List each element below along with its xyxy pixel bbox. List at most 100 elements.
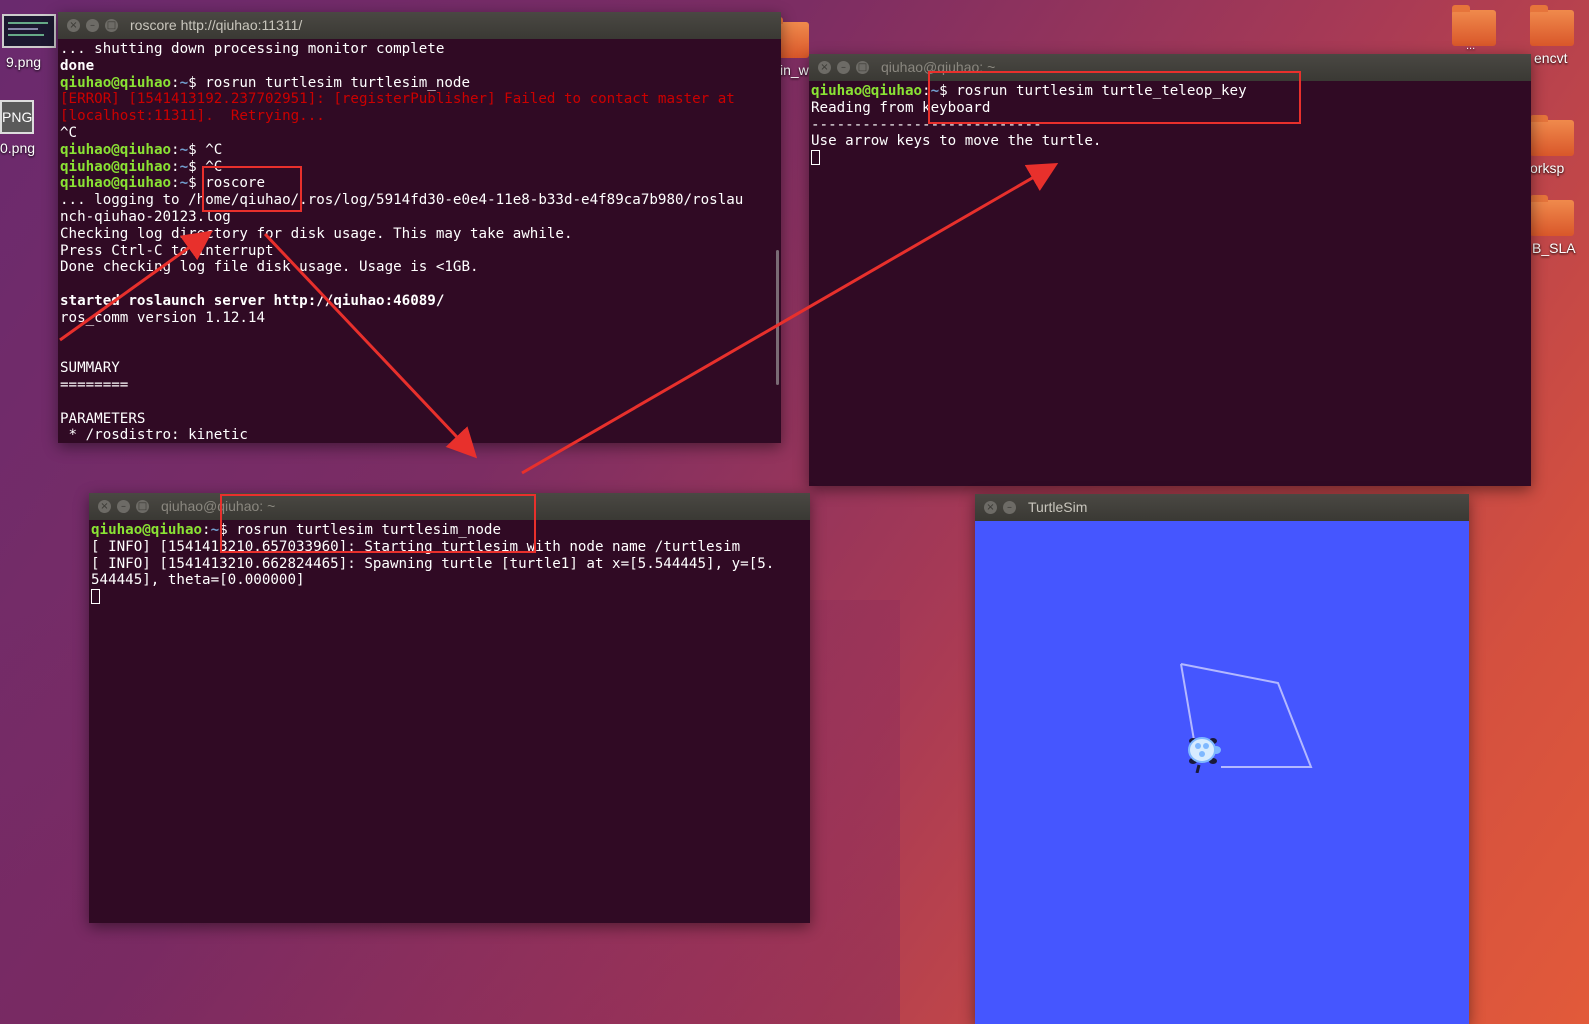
terminal-line: qiuhao@qiuhao:~$ ^C bbox=[60, 142, 781, 159]
window-title: TurtleSim bbox=[1028, 499, 1088, 515]
maximize-icon[interactable]: □ bbox=[856, 61, 869, 74]
close-icon[interactable]: × bbox=[818, 61, 831, 74]
desktop-icon-label[interactable]: encvt bbox=[1534, 50, 1567, 66]
folder-icon[interactable] bbox=[1530, 195, 1574, 236]
terminal-text: $ rosrun turtlesim turtlesim_node bbox=[188, 74, 471, 91]
terminal-line: SUMMARY bbox=[60, 360, 781, 377]
turtlesim-node-terminal-window[interactable]: × – □ qiuhao@qiuhao: ~ qiuhao@qiuhao:~$ … bbox=[89, 493, 810, 923]
terminal-text: : bbox=[171, 74, 180, 91]
window-title: roscore http://qiuhao:11311/ bbox=[130, 17, 303, 33]
terminal-text: ~ bbox=[179, 141, 189, 158]
minimize-icon[interactable]: – bbox=[117, 500, 130, 513]
terminal-line: done bbox=[60, 58, 781, 75]
close-icon[interactable]: × bbox=[67, 19, 80, 32]
terminal-output[interactable]: qiuhao@qiuhao:~$ rosrun turtlesim turtle… bbox=[809, 81, 1531, 486]
window-titlebar[interactable]: × – □ roscore http://qiuhao:11311/ bbox=[58, 12, 781, 39]
roscore-terminal-window[interactable]: × – □ roscore http://qiuhao:11311/ ... s… bbox=[58, 12, 781, 443]
scrollbar[interactable] bbox=[776, 250, 779, 385]
terminal-text: ~ bbox=[179, 158, 189, 175]
terminal-text: qiuhao@qiuhao bbox=[60, 141, 172, 158]
turtlesim-canvas bbox=[975, 521, 1469, 1024]
turtle-icon bbox=[1188, 737, 1221, 773]
terminal-text: [ERROR] [1541413192.237702951]: [registe… bbox=[60, 91, 735, 108]
terminal-text: : bbox=[171, 175, 180, 192]
terminal-line: [ERROR] [1541413192.237702951]: [registe… bbox=[60, 91, 781, 108]
text-cursor[interactable] bbox=[811, 150, 820, 166]
terminal-text: ^C bbox=[60, 124, 78, 141]
terminal-text: 544445], theta=[0.000000] bbox=[91, 572, 305, 589]
desktop-icon-label[interactable]: 0.png bbox=[0, 140, 35, 156]
terminal-line: [ INFO] [1541413210.662824465]: Spawning… bbox=[91, 556, 810, 573]
terminal-output[interactable]: qiuhao@qiuhao:~$ rosrun turtlesim turtle… bbox=[89, 520, 810, 923]
terminal-line bbox=[811, 150, 1531, 167]
text-cursor[interactable] bbox=[91, 589, 100, 605]
terminal-line: qiuhao@qiuhao:~$ rosrun turtlesim turtle… bbox=[60, 75, 781, 92]
desktop-icon-label[interactable]: in_w bbox=[780, 62, 809, 78]
terminal-text: : bbox=[171, 141, 180, 158]
terminal-text: SUMMARY bbox=[60, 360, 120, 377]
terminal-line bbox=[91, 589, 810, 606]
terminal-text: [ INFO] [1541413210.662824465]: Spawning… bbox=[91, 555, 775, 572]
terminal-text: Done checking log file disk usage. Usage… bbox=[60, 259, 479, 276]
terminal-text: : bbox=[202, 522, 211, 538]
terminal-text: [localhost:11311]. Retrying... bbox=[60, 108, 325, 125]
terminal-line: qiuhao@qiuhao:~$ roscore bbox=[60, 175, 781, 192]
terminal-text: qiuhao@qiuhao bbox=[60, 158, 172, 175]
desktop-icon-label[interactable]: B_SLA bbox=[1532, 240, 1576, 256]
maximize-icon[interactable]: □ bbox=[136, 500, 149, 513]
terminal-text: * /rosdistro: kinetic bbox=[60, 427, 248, 443]
terminal-line: nch-qiuhao-20123.log bbox=[60, 209, 781, 226]
image-thumbnail-icon bbox=[2, 14, 56, 48]
maximize-icon[interactable]: □ bbox=[105, 19, 118, 32]
annotation-box-node bbox=[220, 494, 536, 553]
desktop-icon-png[interactable]: PNG bbox=[0, 100, 36, 136]
terminal-text: qiuhao@qiuhao bbox=[811, 83, 923, 99]
terminal-text: qiuhao@qiuhao bbox=[91, 522, 203, 538]
png-file-icon: PNG bbox=[0, 100, 34, 134]
terminal-text: ~ bbox=[210, 522, 220, 538]
minimize-icon[interactable]: – bbox=[86, 19, 99, 32]
terminal-output[interactable]: ... shutting down processing monitor com… bbox=[58, 39, 781, 443]
terminal-text: Press Ctrl-C to interrupt bbox=[60, 242, 274, 259]
minimize-icon[interactable]: – bbox=[837, 61, 850, 74]
terminal-text: ... logging to /home/qiuhao/.ros/log/591… bbox=[60, 192, 744, 209]
terminal-line: ======== bbox=[60, 377, 781, 394]
terminal-line: Use arrow keys to move the turtle. bbox=[811, 133, 1531, 150]
terminal-text: ~ bbox=[179, 74, 189, 91]
terminal-line: PARAMETERS bbox=[60, 411, 781, 428]
close-icon[interactable]: × bbox=[984, 501, 997, 514]
close-icon[interactable]: × bbox=[98, 500, 111, 513]
terminal-text: PARAMETERS bbox=[60, 410, 146, 427]
annotation-box-teleop bbox=[928, 71, 1301, 124]
terminal-text: qiuhao@qiuhao bbox=[60, 175, 172, 192]
folder-icon[interactable] bbox=[1530, 115, 1574, 156]
terminal-text: Use arrow keys to move the turtle. bbox=[811, 133, 1102, 150]
terminal-line: Checking log directory for disk usage. T… bbox=[60, 226, 781, 243]
terminal-text: ... shutting down processing monitor com… bbox=[60, 41, 445, 57]
desktop-icon-image[interactable] bbox=[0, 12, 58, 52]
terminal-text: done bbox=[60, 57, 95, 74]
minimize-icon[interactable]: – bbox=[1003, 501, 1016, 514]
terminal-text: ======== bbox=[60, 376, 129, 393]
terminal-line: Press Ctrl-C to interrupt bbox=[60, 243, 781, 260]
desktop-icon-label[interactable]: 9.png bbox=[6, 54, 41, 70]
terminal-text: started roslaunch server http://qiuhao:4… bbox=[60, 292, 445, 309]
desktop-icon-label[interactable]: orksp bbox=[1530, 160, 1564, 176]
window-titlebar[interactable]: × – TurtleSim bbox=[975, 494, 1469, 521]
turtlesim-window[interactable]: × – TurtleSim bbox=[975, 494, 1469, 1024]
terminal-text: qiuhao@qiuhao bbox=[60, 74, 172, 91]
terminal-line: Done checking log file disk usage. Usage… bbox=[60, 259, 781, 276]
terminal-line: ... shutting down processing monitor com… bbox=[60, 41, 781, 58]
folder-icon[interactable] bbox=[1530, 5, 1574, 46]
terminal-line: qiuhao@qiuhao:~$ ^C bbox=[60, 159, 781, 176]
terminal-text: Checking log directory for disk usage. T… bbox=[60, 225, 573, 242]
terminal-line: ros_comm version 1.12.14 bbox=[60, 310, 781, 327]
desktop-icon-label[interactable]: ... bbox=[1466, 40, 1475, 52]
terminal-text: $ ^C bbox=[188, 141, 223, 158]
terminal-text: : bbox=[171, 158, 180, 175]
terminal-line: [localhost:11311]. Retrying... bbox=[60, 108, 781, 125]
